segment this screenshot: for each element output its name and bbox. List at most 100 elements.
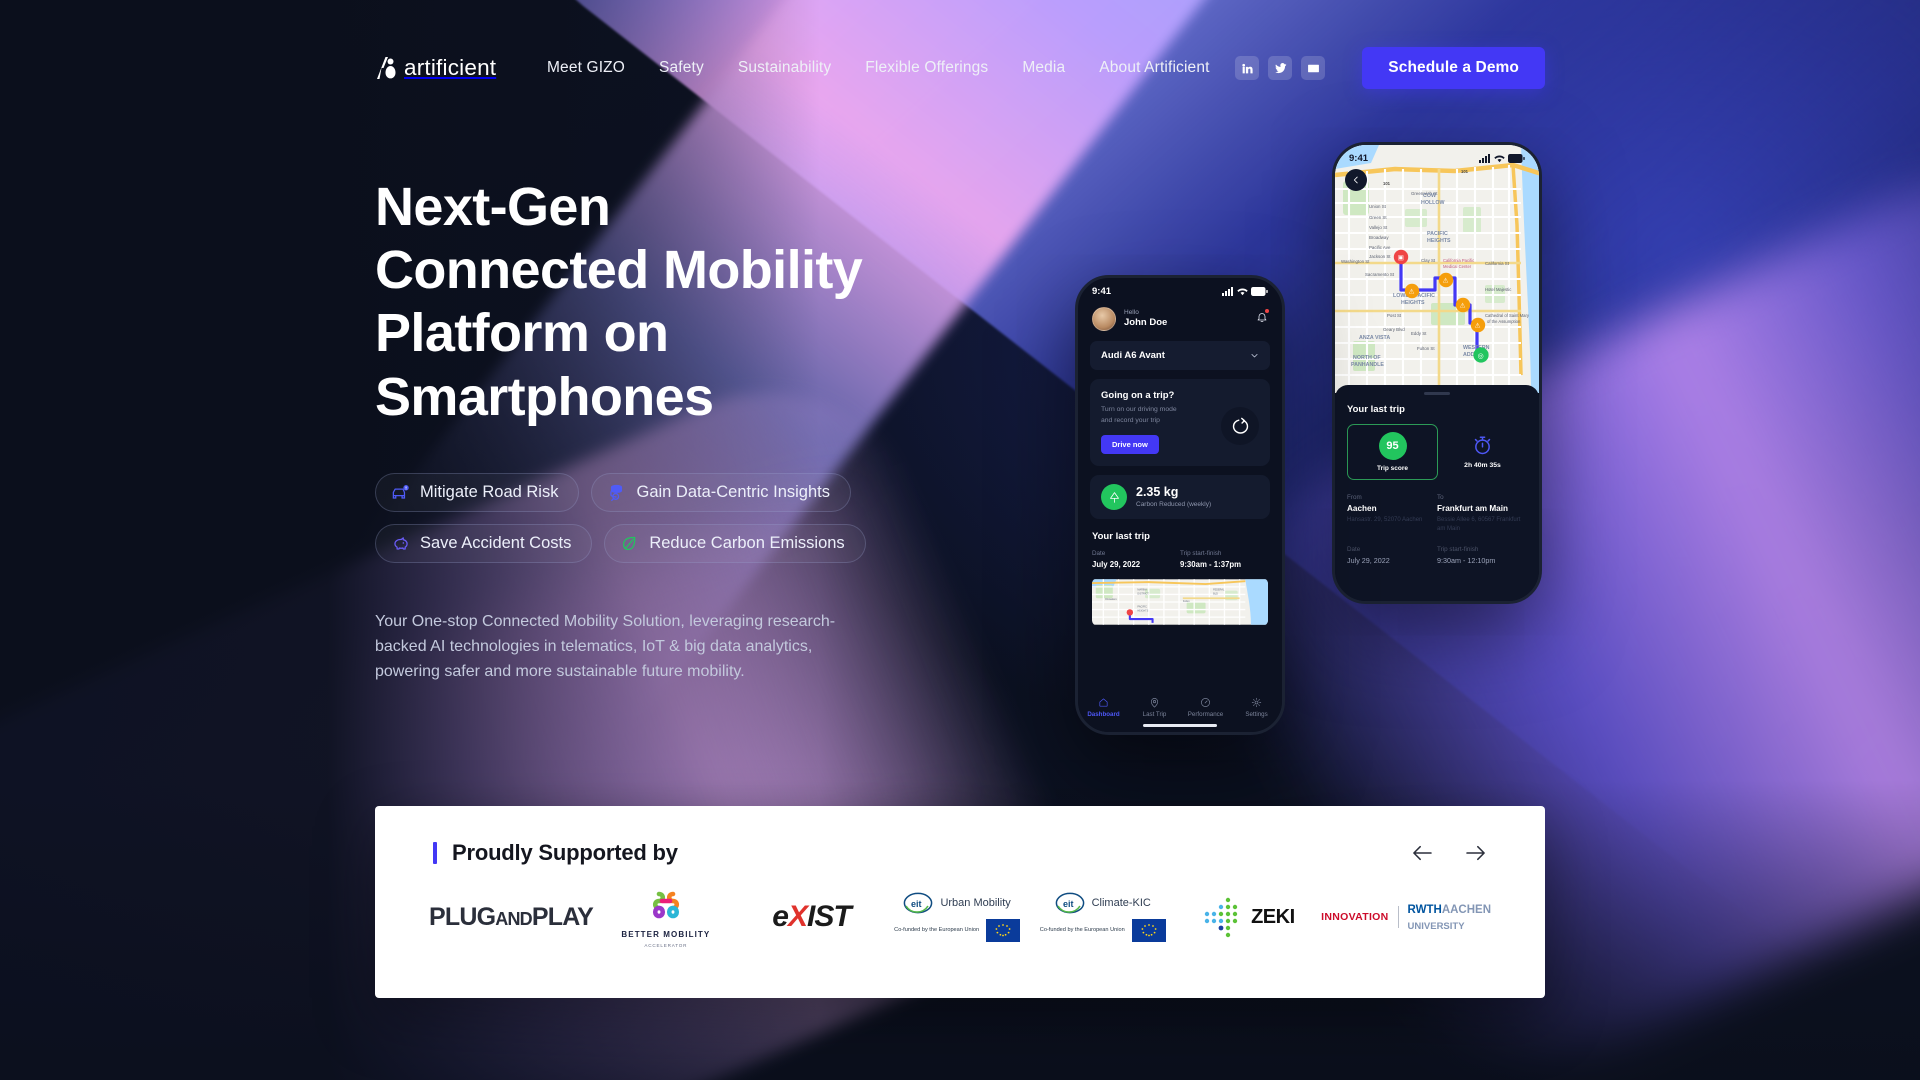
trip-map[interactable]: Greenwich St Union St Green St Vallejo S… [1335,145,1539,393]
drive-mode-card: Going on a trip? Turn on our driving mod… [1090,379,1270,467]
linkedin-icon[interactable] [1235,56,1260,80]
cellular-icon [1479,154,1490,163]
mini-map-canvas: MARINADISTRICT PACIFICHEIGHTS FEDERALBLD… [1092,579,1268,625]
greeting-hello: Hello [1124,308,1139,316]
partner-logo-rwth-innovation[interactable]: INNOVATION RWTHAACHEN UNIVERSITY [1321,901,1491,934]
zeki-mark-icon [1204,897,1238,938]
benefit-pill-label: Save Accident Costs [420,533,572,552]
svg-text:Fulton: Fulton [1183,600,1190,603]
trip-range-label: Trip start-finish [1437,546,1479,553]
brand-name: artificient [404,55,497,80]
route-loop-icon [1232,417,1248,434]
svg-text:Broadway: Broadway [1369,235,1389,240]
piggy-bank-icon [394,536,408,550]
partner-logo-zeki[interactable]: ZEKI [1176,896,1322,938]
trip-to-label: To [1437,494,1444,501]
email-icon[interactable] [1301,56,1326,80]
nav-item-meet-gizo[interactable]: Meet GIZO [530,51,642,85]
benefit-pill-save-accident-costs[interactable]: Save Accident Costs [375,523,593,563]
last-trip-title: Your last trip [1092,531,1150,543]
arrow-left-icon [1413,845,1432,861]
carousel-next-button[interactable] [1465,844,1487,862]
better-mobility-name: BETTER MOBILITY [621,930,711,939]
brand-logo[interactable]: artificient [375,55,496,81]
eit-mark-icon: eit [1055,892,1084,914]
carousel-prev-button[interactable] [1411,844,1433,862]
site-header: artificient Meet GIZO Safety Sustainabil… [0,40,1920,96]
benefit-pill-gain-data-centric-insights[interactable]: Gain Data-Centric Insights [591,472,851,512]
svg-text:eit: eit [911,899,922,909]
nav-item-safety[interactable]: Safety [642,51,721,85]
notifications-button[interactable] [1256,309,1269,328]
tab-dashboard[interactable]: Dashboard [1078,697,1129,718]
svg-text:⚠: ⚠ [1409,289,1415,296]
svg-text:PACIFIC: PACIFIC [1137,606,1147,609]
tab-performance[interactable]: Performance [1180,697,1231,718]
nav-item-sustainability[interactable]: Sustainability [721,51,848,85]
svg-text:Eddy St: Eddy St [1411,331,1427,336]
innovation-word: INNOVATION [1321,911,1389,923]
gear-icon [1251,697,1262,708]
carbon-reduced-card: 2.35 kg Carbon Reduced (weekly) [1090,475,1270,520]
better-mobility-sub: ACCELERATOR [644,943,688,948]
svg-text:Pacific Ave: Pacific Ave [1369,245,1391,250]
partner-logo-better-mobility[interactable]: BETTER MOBILITY ACCELERATOR [593,886,739,948]
trip-duration-card: 2h 40m 35s [1438,424,1527,480]
nav-item-flexible-offerings[interactable]: Flexible Offerings [848,51,1005,85]
dashboard-content: Hello John Doe Audi A6 Avant Going on a … [1078,301,1282,626]
benefit-pill-reduce-carbon-emissions[interactable]: Reduce Carbon Emissions [604,523,866,563]
svg-text:PACIFIC: PACIFIC [1427,231,1448,237]
headline-line-3: Platform on [375,303,669,364]
chevron-down-icon [1251,354,1258,358]
benefit-pill-label: Reduce Carbon Emissions [649,533,845,552]
trip-endpoints: From Aachen Hansastr. 29, 52070 Aachen T… [1347,494,1527,534]
last-trip-range-label: Trip start-finish [1180,550,1222,558]
partner-logo-eit-climate-kic[interactable]: eit Climate-KIC Co-funded by the Europea… [1030,892,1176,942]
logo-divider [1397,906,1399,928]
vehicle-selector[interactable]: Audi A6 Avant [1090,341,1270,370]
tree-badge [1101,484,1127,511]
tab-last-trip[interactable]: Last Trip [1129,697,1180,718]
drive-now-button[interactable]: Drive now [1101,435,1159,455]
partners-header: Proudly Supported by [375,806,1545,866]
svg-text:Clay St: Clay St [1421,258,1436,263]
svg-text:California St: California St [1485,261,1510,266]
nav-item-media[interactable]: Media [1005,51,1082,85]
svg-text:Cathedral of Saint Mary: Cathedral of Saint Mary [1485,313,1530,318]
last-trip-mini-map[interactable]: MARINA DISTRICT PACIFIC HEIGHTS FEDERAL BLD… [1092,578,1268,626]
eu-flag-icon [1131,919,1166,942]
partner-logo-eit-urban-mobility[interactable]: eit Urban Mobility Co-funded by the Euro… [884,892,1030,942]
main-navigation: Meet GIZO Safety Sustainability Flexible… [530,51,1227,85]
greeting-row: Hello John Doe [1090,301,1270,341]
tab-label: Last Trip [1142,711,1167,718]
trip-score-card: 95 Trip score [1347,424,1438,480]
svg-text:◎: ◎ [1478,353,1484,360]
trip-from-address: Hansastr. 29, 52070 Aachen [1347,517,1423,523]
svg-text:Sacramento St: Sacramento St [1365,272,1395,277]
battery-icon [1251,287,1268,296]
benefit-pill-mitigate-road-risk[interactable]: Mitigate Road Risk [375,472,580,512]
benefit-pill-label: Gain Data-Centric Insights [636,482,830,501]
last-trip-date-value: July 29, 2022 [1092,560,1141,570]
svg-text:Post St: Post St [1387,313,1402,318]
status-bar-back: 9:41 [1335,145,1539,168]
sheet-grabber[interactable] [1424,392,1450,395]
twitter-icon[interactable] [1268,56,1293,80]
map-back-button[interactable] [1345,169,1367,191]
svg-text:Jackson St: Jackson St [1369,254,1391,259]
rwth-wordmark: RWTHAACHEN UNIVERSITY [1407,903,1492,932]
partners-carousel-controls [1411,844,1487,862]
partner-logo-plug-and-play[interactable]: PLUGANDPLAY [429,903,594,932]
tab-settings[interactable]: Settings [1231,697,1282,718]
schedule-demo-button[interactable]: Schedule a Demo [1362,47,1545,89]
phone-mockups: Greenwich St Union St Green St Vallejo S… [1060,142,1680,780]
trip-to-city: Frankfurt am Main [1437,504,1508,513]
carbon-label: Carbon Reduced (weekly) [1136,501,1212,509]
partner-logo-exist[interactable]: eXIST [739,900,885,934]
nav-item-about-artificient[interactable]: About Artificient [1082,51,1226,85]
eit-urban-mobility-name: Urban Mobility [940,897,1011,909]
svg-text:Washington St: Washington St [1341,259,1370,264]
notification-dot [1265,309,1269,313]
avatar[interactable] [1092,307,1116,331]
headline-line-4: Smartphones [375,366,714,427]
